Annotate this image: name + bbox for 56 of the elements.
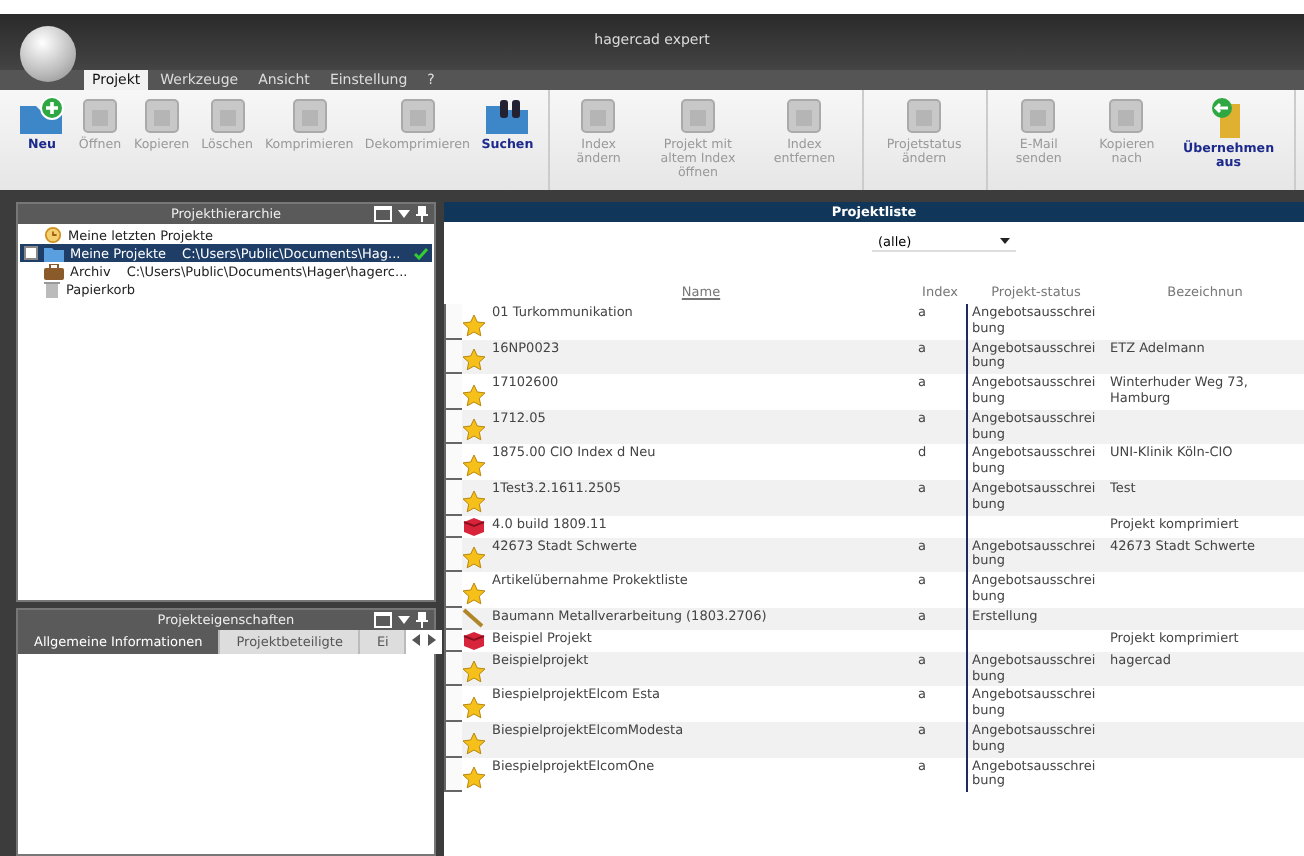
document-icon bbox=[1016, 96, 1061, 136]
folder-plus-icon bbox=[18, 96, 66, 136]
trash-icon bbox=[44, 280, 60, 298]
dropdown-arrow-icon[interactable] bbox=[398, 210, 410, 218]
window-icon[interactable] bbox=[374, 206, 392, 222]
scroll-left-icon[interactable] bbox=[412, 634, 421, 646]
row-selector[interactable] bbox=[444, 757, 462, 793]
star-icon bbox=[462, 313, 486, 338]
folder-icon bbox=[44, 245, 64, 261]
star-icon bbox=[462, 348, 486, 373]
scroll-right-icon[interactable] bbox=[428, 634, 437, 646]
row-selector[interactable] bbox=[444, 444, 462, 480]
dropdown-arrow-icon bbox=[1000, 238, 1010, 244]
row-selector[interactable] bbox=[444, 721, 462, 758]
box-icon bbox=[462, 629, 486, 650]
row-selector[interactable] bbox=[444, 515, 462, 538]
pin-icon[interactable] bbox=[416, 612, 428, 628]
briefcase-icon bbox=[44, 263, 64, 279]
row-selector[interactable] bbox=[444, 339, 462, 375]
document-icon bbox=[576, 96, 621, 136]
document-icon bbox=[287, 96, 332, 136]
row-selector[interactable] bbox=[444, 686, 462, 722]
row-selector[interactable] bbox=[444, 479, 462, 516]
star-icon bbox=[462, 546, 486, 571]
clock-icon bbox=[44, 226, 62, 244]
box-icon bbox=[462, 515, 486, 536]
document-icon bbox=[205, 96, 250, 136]
document-icon bbox=[395, 96, 440, 136]
star-icon bbox=[462, 731, 486, 756]
row-selector[interactable] bbox=[444, 607, 462, 630]
star-icon bbox=[462, 489, 486, 514]
application-button[interactable] bbox=[20, 26, 76, 82]
document-icon bbox=[782, 96, 827, 136]
row-selector[interactable] bbox=[444, 572, 462, 608]
pin-icon[interactable] bbox=[416, 206, 428, 222]
pencil-icon bbox=[462, 607, 486, 628]
row-selector[interactable] bbox=[444, 304, 462, 340]
row-selector[interactable] bbox=[444, 409, 462, 445]
document-icon bbox=[78, 96, 122, 136]
star-icon bbox=[462, 418, 486, 443]
star-icon bbox=[462, 695, 486, 720]
document-icon bbox=[1104, 96, 1149, 136]
star-icon bbox=[462, 660, 486, 685]
document-icon bbox=[139, 96, 184, 136]
document-icon bbox=[902, 96, 947, 136]
row-selector[interactable] bbox=[444, 537, 462, 573]
row-selector[interactable] bbox=[444, 629, 462, 652]
row-selector[interactable] bbox=[444, 651, 462, 687]
star-icon bbox=[462, 453, 486, 478]
dropdown-arrow-icon[interactable] bbox=[398, 616, 410, 624]
document-icon bbox=[675, 96, 720, 136]
binoculars-icon bbox=[483, 96, 532, 136]
star-icon bbox=[462, 766, 486, 791]
star-icon bbox=[462, 383, 486, 408]
star-icon bbox=[462, 581, 486, 606]
row-selector[interactable] bbox=[444, 374, 462, 410]
